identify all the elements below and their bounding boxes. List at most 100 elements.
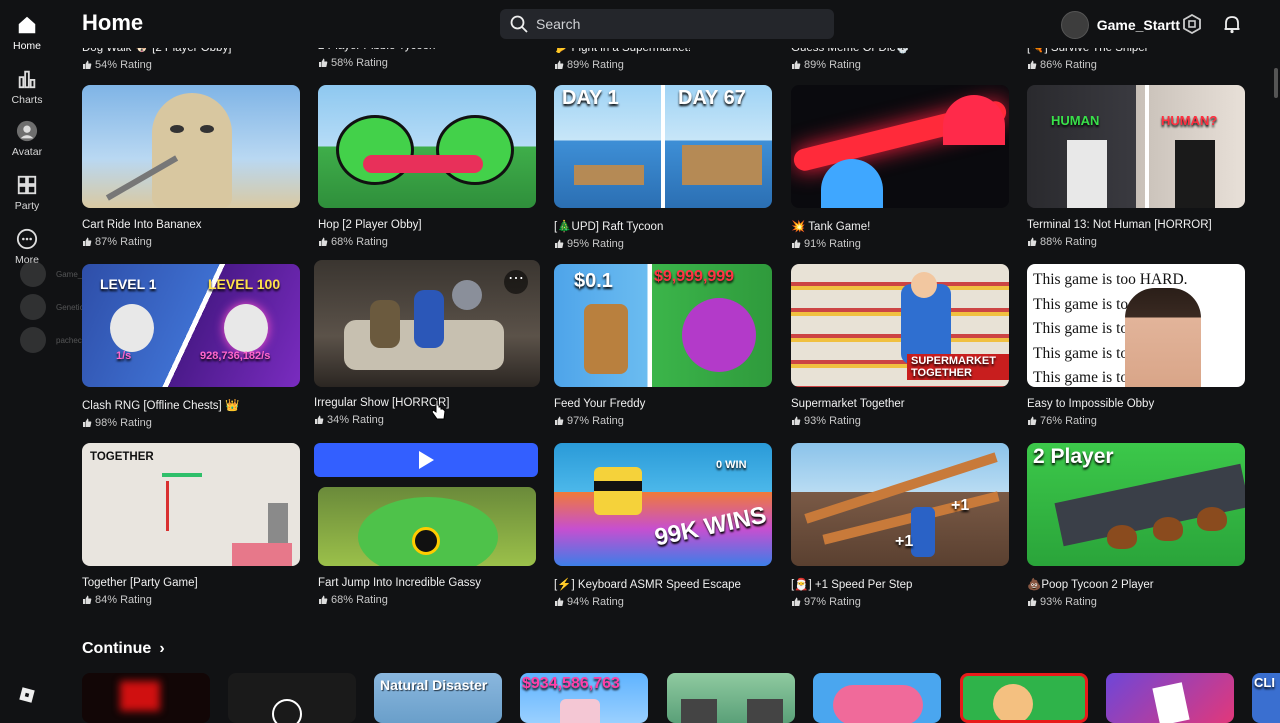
game-card[interactable]: DAY 1 DAY 67 [🎄UPD] Raft Tycoon 95% Rati…	[554, 85, 772, 250]
sidebar-item-party[interactable]: Party	[0, 174, 54, 212]
party-icon	[17, 175, 37, 195]
game-card[interactable]: 2 Player 💩Poop Tycoon 2 Player 93% Ratin…	[1027, 443, 1245, 608]
continue-tile[interactable]	[82, 673, 210, 723]
notifications-bell-icon[interactable]	[1222, 14, 1242, 34]
play-button[interactable]	[314, 443, 538, 477]
avatar	[1060, 11, 1089, 39]
game-rating: 34% Rating	[314, 414, 540, 426]
top-bar: Home Search Game_Startt	[54, 0, 1280, 48]
thumbs-up-icon	[555, 239, 564, 248]
thumbs-up-icon	[319, 595, 328, 604]
game-rating: 68% Rating	[318, 236, 536, 248]
more-options-icon[interactable]: ⋯	[504, 270, 528, 294]
game-thumbnail: 2 Player	[1027, 443, 1245, 566]
continue-tile[interactable]	[228, 673, 356, 723]
game-card[interactable]: 💥 Tank Game! 91% Rating	[791, 85, 1009, 250]
thumbnail-label: $0.1	[574, 270, 613, 292]
game-card[interactable]: $0.1 $9,999,999 Feed Your Freddy 97% Rat…	[554, 264, 772, 427]
sidebar: Home Charts Avatar Party More Game_Start…	[0, 0, 101, 720]
game-card[interactable]: Hop [2 Player Obby] 68% Rating	[318, 85, 536, 248]
sidebar-item-avatar[interactable]: Avatar	[0, 120, 54, 158]
sidebar-item-label: Avatar	[11, 146, 43, 158]
game-thumbnail: TOGETHER	[82, 443, 300, 566]
game-card[interactable]: LEVEL 1 LEVEL 100 1/s 928,736,182/s Clas…	[82, 264, 300, 429]
game-rating: 93% Rating	[1027, 596, 1245, 608]
continue-tile[interactable]	[813, 673, 941, 723]
game-title: Fart Jump Into Incredible Gassy	[318, 577, 481, 589]
game-title: [🎅] +1 Speed Per Step	[791, 579, 913, 591]
game-card[interactable]: Fart Jump Into Incredible Gassy 68% Rati…	[314, 443, 540, 606]
sidebar-item-label: Charts	[11, 94, 43, 106]
thumbs-up-icon	[792, 60, 801, 69]
username: Game_Startt	[1096, 17, 1180, 33]
continue-tile[interactable]	[1106, 673, 1234, 723]
avatar	[20, 327, 46, 353]
search-placeholder: Search	[536, 16, 581, 32]
game-rating: 97% Rating	[554, 415, 772, 427]
game-title: Cart Ride Into Bananex	[82, 219, 202, 231]
game-rating: 76% Rating	[1027, 415, 1245, 427]
avatar	[20, 261, 46, 287]
page-title: Home	[82, 10, 144, 35]
avatar	[20, 294, 46, 320]
roblox-logo-icon[interactable]	[18, 686, 36, 704]
continue-tile[interactable]	[960, 673, 1088, 723]
game-rating: 98% Rating	[82, 417, 300, 429]
game-card[interactable]: ⋯ Irregular Show [HORROR] 34% Rating	[314, 260, 540, 426]
game-card[interactable]: TOGETHER Together [Party Game] 84% Ratin…	[82, 443, 300, 606]
game-rating: 89% Rating	[791, 59, 1009, 71]
continue-tile[interactable]: CLI	[1252, 673, 1280, 723]
game-card[interactable]: +1 +1 [🎅] +1 Speed Per Step 97% Rating	[791, 443, 1009, 608]
thumbs-up-icon	[1028, 597, 1037, 606]
thumbnail-label: $934,586,763	[522, 675, 620, 692]
game-thumbnail	[82, 85, 300, 208]
game-card[interactable]: HUMAN HUMAN? Terminal 13: Not Human [HOR…	[1027, 85, 1245, 248]
sidebar-item-charts[interactable]: Charts	[0, 68, 54, 106]
chevron-right-icon: ›	[159, 640, 165, 657]
thumbnail-label: DAY 1	[562, 87, 619, 109]
avatar-icon	[16, 120, 38, 142]
game-thumbnail	[318, 85, 536, 208]
scrollbar[interactable]	[1274, 68, 1278, 98]
game-card[interactable]: 0 WIN 99K WINS [⚡] Keyboard ASMR Speed E…	[554, 443, 772, 608]
game-card[interactable]: Cart Ride Into Bananex 87% Rating	[82, 85, 300, 248]
game-thumbnail: This game is too HARD. This game is too …	[1027, 264, 1245, 387]
thumbnail-label: HUMAN?	[1161, 113, 1218, 128]
thumbs-up-icon	[555, 416, 564, 425]
continue-tile[interactable]: $934,586,763	[520, 673, 648, 723]
game-rating: 88% Rating	[1027, 236, 1245, 248]
more-icon	[16, 228, 38, 250]
game-title: 💥 Tank Game!	[791, 221, 871, 233]
thumbnail-label: HUMAN	[1051, 113, 1100, 128]
game-rating: 86% Rating	[1027, 59, 1245, 71]
continue-tile[interactable]: Natural Disaster	[374, 673, 502, 723]
thumbnail-label: $9,999,999	[654, 268, 735, 285]
game-thumbnail: HUMAN HUMAN?	[1027, 85, 1245, 208]
thumbs-up-icon	[83, 237, 92, 246]
thumbs-up-icon	[792, 597, 801, 606]
user-profile[interactable]: Game_Startt	[1060, 11, 1180, 39]
thumbnail-label: +1	[951, 497, 970, 514]
robux-icon[interactable]	[1182, 14, 1202, 34]
game-thumbnail: ⋯	[314, 260, 540, 387]
game-rating: 84% Rating	[82, 594, 300, 606]
game-title: Irregular Show [HORROR]	[314, 397, 450, 409]
sidebar-item-home[interactable]: Home	[0, 14, 54, 52]
continue-section-header[interactable]: Continue ›	[82, 640, 165, 658]
thumbs-up-icon	[792, 416, 801, 425]
game-title: Hop [2 Player Obby]	[318, 219, 422, 231]
game-title: [🎄UPD] Raft Tycoon	[554, 221, 664, 233]
game-rating: 89% Rating	[554, 59, 772, 71]
game-rating: 87% Rating	[82, 236, 300, 248]
thumbnail-label: DAY 67	[678, 87, 746, 109]
game-card[interactable]: SUPERMARKET TOGETHER Supermarket Togethe…	[791, 264, 1009, 427]
thumbs-up-icon	[83, 418, 92, 427]
thumbs-up-icon	[319, 58, 328, 67]
continue-tile[interactable]	[667, 673, 795, 723]
thumbnail-label: SUPERMARKET TOGETHER	[907, 354, 1009, 380]
game-thumbnail: $0.1 $9,999,999	[554, 264, 772, 387]
search-input[interactable]: Search	[500, 9, 834, 39]
game-title: [⚡] Keyboard ASMR Speed Escape	[554, 579, 741, 591]
game-card[interactable]: This game is too HARD. This game is too …	[1027, 264, 1245, 427]
thumbs-up-icon	[83, 595, 92, 604]
